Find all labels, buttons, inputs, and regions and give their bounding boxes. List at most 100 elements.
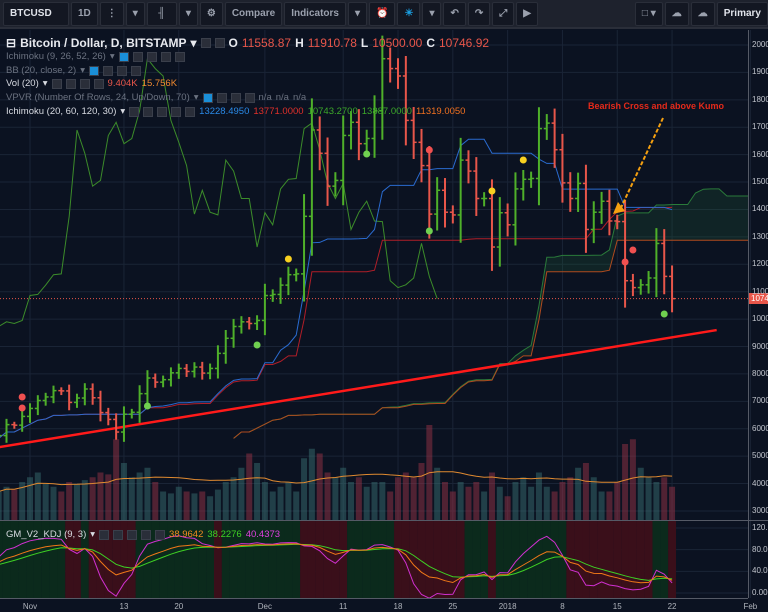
close-icon[interactable] (174, 51, 185, 62)
source-icon[interactable] (157, 106, 168, 117)
chevron-down-icon[interactable]: ▾ (422, 1, 442, 26)
volume-bar (512, 482, 519, 520)
volume-bar (410, 477, 417, 520)
volume-bar (73, 483, 80, 520)
play-icon[interactable]: ▶ (516, 1, 538, 26)
kdj-legend: GM_V2_KDJ (9, 3) ▾ 38.9642 38.2276 40.437… (6, 529, 281, 540)
indicators-button[interactable]: Indicators (284, 1, 346, 26)
volume-bar (285, 482, 292, 520)
kdj-bg-cell (628, 521, 637, 598)
gear-icon[interactable] (113, 529, 124, 540)
volume-bar (144, 467, 151, 520)
close-icon[interactable] (244, 92, 255, 103)
volume-bar (496, 486, 503, 520)
indicator-title[interactable]: VPVR (Number Of Rows, 24, Up/Down, 70) (6, 92, 190, 103)
volume-bar (481, 491, 488, 520)
price-tick: 5000 (752, 451, 768, 461)
signal-dot (143, 402, 151, 410)
time-tick: 18 (393, 602, 403, 611)
ichimoku2-legend: Ichimoku (20, 60, 120, 30) ▾ 13228.4950 1… (6, 106, 466, 117)
collapse-icon[interactable]: ⊟ (6, 36, 16, 50)
gear-icon[interactable] (214, 38, 225, 48)
eye-icon[interactable] (200, 38, 211, 48)
chevron-down-icon[interactable]: ▾ (191, 36, 197, 50)
eye-icon[interactable] (99, 529, 110, 540)
volume-bar (58, 491, 65, 520)
j-value: 40.4373 (245, 529, 281, 540)
gear-icon[interactable] (65, 78, 76, 89)
gear-icon[interactable] (216, 92, 227, 103)
compare-button[interactable]: Compare (224, 1, 283, 26)
signal-dot (519, 156, 527, 164)
volume-bar (222, 482, 229, 520)
fullscreen-icon[interactable]: ⤢ (492, 1, 515, 26)
more-icon[interactable]: ⋮ (99, 1, 124, 26)
eye-icon[interactable] (129, 106, 140, 117)
alert-clock-icon[interactable]: ⏰ (369, 1, 396, 26)
kdj-bg-cell (433, 521, 442, 598)
kdj-bg-cell (300, 521, 309, 598)
vpvr-value: n/a (258, 92, 272, 103)
close-icon[interactable] (131, 65, 142, 76)
interval-button[interactable]: 1D (71, 1, 98, 26)
volume-bars (0, 425, 676, 520)
volume-bar (653, 482, 660, 520)
source-icon[interactable] (127, 529, 138, 540)
lightbulb-icon[interactable]: ☀ (397, 1, 421, 26)
cloud-upload-icon[interactable]: ☁ (690, 1, 715, 26)
plus-icon[interactable] (160, 51, 171, 62)
price-tick: 14000 (752, 204, 768, 214)
indicator-title[interactable]: Ichimoku (9, 26, 52, 26) (6, 51, 106, 62)
close-icon[interactable] (185, 106, 196, 117)
indicator-title[interactable]: Ichimoku (20, 60, 120, 30) (6, 106, 116, 117)
volume-bar (669, 486, 676, 520)
color-square-icon[interactable]: □ ▾ (634, 1, 663, 26)
indicator-title[interactable]: Vol (20) (6, 78, 39, 89)
redo-icon[interactable]: ↷ (467, 1, 491, 26)
close-icon[interactable] (155, 529, 166, 540)
symbol-search[interactable]: BTCUSD (3, 1, 69, 26)
bar-style-icon[interactable]: ╢ (146, 1, 177, 26)
time-tick: Dec (257, 602, 273, 611)
volume-ma-value: 15.756K (141, 78, 178, 89)
plus-icon[interactable] (141, 529, 152, 540)
plus-icon[interactable] (117, 65, 128, 76)
gear-icon[interactable]: ⚙ (199, 1, 223, 26)
eye-icon[interactable] (51, 78, 62, 89)
series-title[interactable]: Bitcoin / Dollar, D, BITSTAMP (20, 36, 186, 50)
volume-bar (301, 458, 308, 520)
kdj-bg-cell (354, 521, 363, 598)
plus-icon[interactable] (230, 92, 241, 103)
close-icon[interactable] (93, 78, 104, 89)
gear-icon[interactable] (103, 65, 114, 76)
chevron-down-icon[interactable]: ▾ (347, 1, 368, 26)
kdj-bg-cell (605, 521, 614, 598)
plus-icon[interactable] (79, 78, 90, 89)
chevron-down-icon[interactable]: ▾ (125, 1, 145, 26)
gear-icon[interactable] (143, 106, 154, 117)
volume-bar (191, 493, 198, 520)
volume-bar (160, 491, 167, 520)
annotation-arrow[interactable] (618, 117, 664, 213)
chevron-down-icon[interactable]: ▾ (178, 1, 198, 26)
indicator-title[interactable]: GM_V2_KDJ (9, 3) (6, 529, 86, 540)
undo-icon[interactable]: ↶ (443, 1, 466, 26)
kdj-bg-cell (339, 521, 348, 598)
eye-icon[interactable] (202, 92, 213, 103)
chart-annotation[interactable]: Bearish Cross and above Kumo (588, 101, 724, 111)
volume-bar (614, 482, 621, 520)
indicator-title[interactable]: BB (20, close, 2) (6, 65, 76, 76)
layout-button[interactable]: Primary (716, 1, 768, 26)
kdj-bg-cell (307, 521, 316, 598)
plus-icon[interactable] (171, 106, 182, 117)
kdj-bg-cell (621, 521, 630, 598)
volume-bar (254, 463, 261, 520)
source-icon[interactable] (146, 51, 157, 62)
cloud-download-icon[interactable]: ☁ (664, 1, 689, 26)
volume-value: 9.404K (107, 78, 138, 89)
signal-dot (284, 255, 292, 263)
bb-legend: BB (20, close, 2) ▾ (6, 65, 142, 76)
eye-icon[interactable] (89, 65, 100, 76)
gear-icon[interactable] (132, 51, 143, 62)
eye-icon[interactable] (118, 51, 129, 62)
